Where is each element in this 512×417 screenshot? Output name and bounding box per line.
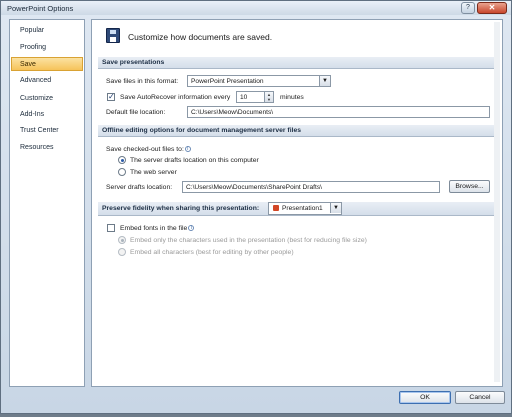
window-title: PowerPoint Options xyxy=(7,4,74,13)
save-format-value: PowerPoint Presentation xyxy=(191,78,264,85)
save-format-select[interactable]: PowerPoint Presentation ▼ xyxy=(187,75,331,87)
presentation-select-value: Presentation1 xyxy=(282,205,323,212)
close-button[interactable]: ✕ xyxy=(477,2,507,14)
section-title: Offline editing options for document man… xyxy=(102,127,302,134)
floppy-disk-icon xyxy=(106,28,120,43)
radio-embed-used-characters[interactable] xyxy=(118,236,126,244)
chevron-down-icon[interactable]: ▼ xyxy=(319,76,330,86)
powerpoint-file-icon xyxy=(273,205,279,211)
radio-embed-used-characters-label: Embed only the characters used in the pr… xyxy=(130,237,367,244)
embed-fonts-checkbox[interactable] xyxy=(107,224,115,232)
category-sidebar: Popular Proofing Save Advanced Customize… xyxy=(9,19,85,387)
autorecover-minutes-value: 10 xyxy=(240,94,248,101)
ok-button[interactable]: OK xyxy=(399,391,451,404)
autorecover-label: Save AutoRecover information every xyxy=(120,94,231,101)
spin-updown-icon[interactable]: ▲ ▼ xyxy=(264,92,273,102)
powerpoint-options-dialog: PowerPoint Options ? ✕ Popular Proofing … xyxy=(0,0,512,414)
checked-out-label: Save checked-out files to: i xyxy=(106,146,191,153)
radio-server-drafts[interactable] xyxy=(118,156,126,164)
save-settings-panel: Customize how documents are saved. Save … xyxy=(91,19,503,387)
sidebar-item-popular[interactable]: Popular xyxy=(11,24,83,38)
default-location-input[interactable]: C:\Users\Meow\Documents\ xyxy=(187,106,490,118)
presentation-select[interactable]: Presentation1 ▼ xyxy=(268,202,342,215)
sidebar-item-add-ins[interactable]: Add-Ins xyxy=(11,108,83,122)
cancel-button[interactable]: Cancel xyxy=(455,391,505,404)
panel-header-text: Customize how documents are saved. xyxy=(128,32,273,42)
radio-embed-all-characters-label: Embed all characters (best for editing b… xyxy=(130,249,294,256)
help-button[interactable]: ? xyxy=(461,2,475,14)
browse-button[interactable]: Browse... xyxy=(449,180,490,193)
section-title: Save presentations xyxy=(102,59,165,66)
sidebar-item-save[interactable]: Save xyxy=(11,57,83,71)
info-icon: i xyxy=(188,225,195,232)
radio-web-server-label: The web server xyxy=(130,169,177,176)
info-icon: i xyxy=(184,146,191,153)
autorecover-minutes-input[interactable]: 10 ▲ ▼ xyxy=(236,91,274,103)
checked-out-label-text: Save checked-out files to: xyxy=(106,146,184,153)
sidebar-item-trust-center[interactable]: Trust Center xyxy=(11,124,83,138)
title-bar: PowerPoint Options ? ✕ xyxy=(1,1,511,15)
sidebar-item-customize[interactable]: Customize xyxy=(11,92,83,106)
drafts-location-input[interactable]: C:\Users\Meow\Documents\SharePoint Draft… xyxy=(182,181,440,193)
embed-fonts-label: Embed fonts in the file i xyxy=(120,225,195,232)
section-save-presentations: Save presentations xyxy=(98,57,498,69)
drafts-location-label: Server drafts location: xyxy=(106,184,173,191)
radio-web-server[interactable] xyxy=(118,168,126,176)
autorecover-unit: minutes xyxy=(280,94,304,101)
save-format-label: Save files in this format: xyxy=(106,78,179,85)
scrollbar[interactable] xyxy=(494,22,500,382)
drafts-location-value: C:\Users\Meow\Documents\SharePoint Draft… xyxy=(186,184,322,191)
section-offline-editing: Offline editing options for document man… xyxy=(98,125,498,137)
default-location-label: Default file location: xyxy=(106,109,166,116)
chevron-down-icon[interactable]: ▼ xyxy=(330,203,341,213)
sidebar-item-resources[interactable]: Resources xyxy=(11,141,83,155)
panel-header: Customize how documents are saved. xyxy=(92,20,502,54)
sidebar-item-advanced[interactable]: Advanced xyxy=(11,74,83,88)
embed-fonts-label-text: Embed fonts in the file xyxy=(120,225,188,232)
radio-server-drafts-label: The server drafts location on this compu… xyxy=(130,157,259,164)
section-title: Preserve fidelity when sharing this pres… xyxy=(102,205,260,212)
radio-embed-all-characters[interactable] xyxy=(118,248,126,256)
default-location-value: C:\Users\Meow\Documents\ xyxy=(191,109,274,116)
sidebar-item-proofing[interactable]: Proofing xyxy=(11,41,83,55)
autorecover-checkbox[interactable] xyxy=(107,92,115,101)
